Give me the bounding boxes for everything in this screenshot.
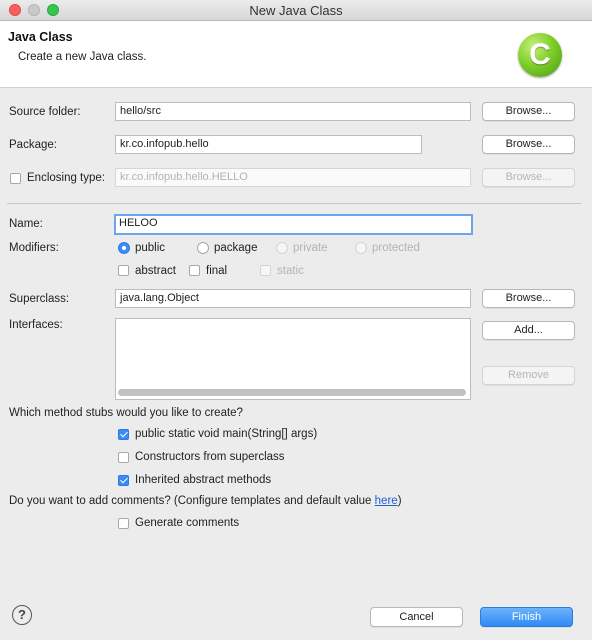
interfaces-label: Interfaces: [9,319,63,331]
java-class-icon: C [518,33,562,77]
comments-question: Do you want to add comments? (Configure … [9,495,402,507]
interfaces-list[interactable] [115,318,471,400]
configure-templates-link[interactable]: here [375,495,398,507]
name-field[interactable]: HELOO [114,214,473,235]
window-title: New Java Class [249,3,343,18]
package-label: Package: [9,139,57,151]
package-browse-button[interactable]: Browse... [482,135,575,154]
package-radio[interactable] [197,242,209,254]
source-folder-browse-button[interactable]: Browse... [482,102,575,121]
modifiers-label: Modifiers: [9,242,59,254]
private-radio-label: private [293,242,328,254]
wizard-header: Java Class Create a new Java class. C [0,21,592,88]
protected-radio-label: protected [372,242,420,254]
finish-button[interactable]: Finish [480,607,573,627]
package-radio-label: package [214,242,258,254]
method-stubs-question: Which method stubs would you like to cre… [9,407,243,419]
wizard-title: Java Class [8,30,73,44]
main-method-checkbox[interactable] [118,429,129,440]
abstract-checkbox-label: abstract [135,265,176,277]
interfaces-horizontal-scrollbar[interactable] [118,389,466,396]
inherited-methods-checkbox[interactable] [118,475,129,486]
superclass-label: Superclass: [9,293,70,305]
enclosing-type-field: kr.co.infopub.hello.HELLO [115,168,471,187]
title-bar: New Java Class [0,0,592,21]
public-radio-label: public [135,242,166,254]
static-checkbox [260,265,271,276]
superclass-browse-button[interactable]: Browse... [482,289,575,308]
protected-radio [355,242,367,254]
public-radio[interactable] [118,242,130,254]
main-method-label: public static void main(String[] args) [135,428,318,440]
enclosing-type-checkbox[interactable] [10,173,21,184]
package-field[interactable]: kr.co.infopub.hello [115,135,422,154]
generate-comments-label: Generate comments [135,517,240,529]
enclosing-type-label: Enclosing type: [27,172,105,184]
cancel-button[interactable]: Cancel [370,607,463,627]
constructors-label: Constructors from superclass [135,451,285,463]
source-folder-field[interactable]: hello/src [115,102,471,121]
final-checkbox-label: final [206,265,228,277]
private-radio [276,242,288,254]
name-label: Name: [9,218,43,230]
wizard-subtitle: Create a new Java class. [18,51,147,63]
enclosing-type-browse-button: Browse... [482,168,575,187]
interfaces-remove-button: Remove [482,366,575,385]
static-checkbox-label: static [277,265,304,277]
help-icon[interactable]: ? [12,605,32,625]
final-checkbox[interactable] [189,265,200,276]
superclass-field[interactable]: java.lang.Object [115,289,471,308]
generate-comments-checkbox[interactable] [118,518,129,529]
separator [7,203,581,204]
constructors-checkbox[interactable] [118,452,129,463]
abstract-checkbox[interactable] [118,265,129,276]
source-folder-label: Source folder: [9,106,81,118]
inherited-methods-label: Inherited abstract methods [135,474,272,486]
interfaces-add-button[interactable]: Add... [482,321,575,340]
